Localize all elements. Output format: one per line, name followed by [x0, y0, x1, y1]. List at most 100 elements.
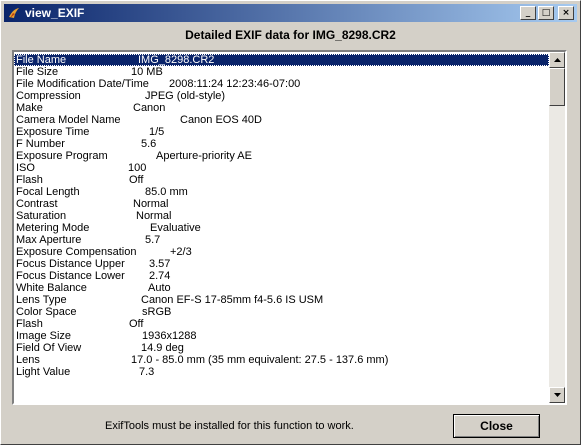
- exif-key: Camera Model Name: [16, 114, 121, 126]
- exif-value: 10 MB: [131, 66, 163, 78]
- exif-row[interactable]: Flash Off: [14, 174, 549, 186]
- close-button[interactable]: Close: [453, 414, 540, 438]
- exif-row[interactable]: Flash Off: [14, 318, 549, 330]
- arrow-down-icon: [553, 393, 561, 397]
- exif-row[interactable]: Exposure Program Aperture-priority AE: [14, 150, 549, 162]
- exif-rows: File Name IMG_8298.CR2 File Size 10 MB File …: [14, 54, 549, 378]
- exif-row[interactable]: Light Value 7.3: [14, 366, 549, 378]
- exif-row[interactable]: File Modification Date/Time 2008:11:24 12…: [14, 78, 549, 90]
- exif-row[interactable]: Contrast Normal: [14, 198, 549, 210]
- exif-key: Color Space: [16, 306, 77, 318]
- exif-row[interactable]: Make Canon: [14, 102, 549, 114]
- exif-value: 14.9 deg: [141, 342, 184, 354]
- exif-value: JPEG (old-style): [145, 90, 226, 102]
- exif-value: Aperture-priority AE: [156, 150, 252, 162]
- exif-row[interactable]: Max Aperture 5.7: [14, 234, 549, 246]
- exif-value: 100: [128, 162, 147, 174]
- exif-key: Focus Distance Upper: [16, 258, 125, 270]
- exif-value: Off: [129, 318, 144, 330]
- exif-key: Max Aperture: [16, 234, 82, 246]
- exif-value: Evaluative: [150, 222, 201, 234]
- exif-key: F Number: [16, 138, 65, 150]
- maximize-button[interactable]: □: [538, 6, 554, 20]
- scroll-thumb[interactable]: [549, 68, 565, 106]
- exif-key: File Size: [16, 66, 59, 78]
- exif-key: Lens: [16, 354, 40, 366]
- scroll-down-button[interactable]: [549, 387, 565, 403]
- exif-key: Compression: [16, 90, 81, 102]
- exif-window: view_EXIF _ □ × Detailed EXIF data for I…: [0, 0, 581, 445]
- exif-value: 2008:11:24 12:23:46-07:00: [169, 78, 301, 90]
- exif-value: sRGB: [142, 306, 172, 318]
- exif-key: Saturation: [16, 210, 67, 222]
- exif-value: Canon EOS 40D: [180, 114, 262, 126]
- exif-value: Canon EF-S 17-85mm f4-5.6 IS USM: [141, 294, 324, 306]
- exif-value: Off: [129, 174, 144, 186]
- exif-value: 1/5: [149, 126, 165, 138]
- exif-row[interactable]: Metering Mode Evaluative: [14, 222, 549, 234]
- exif-row[interactable]: File Size 10 MB: [14, 66, 549, 78]
- exif-value: 7.3: [139, 366, 155, 378]
- close-window-button[interactable]: ×: [558, 6, 574, 20]
- exif-row[interactable]: Exposure Time 1/5: [14, 126, 549, 138]
- exif-key: Contrast: [16, 198, 58, 210]
- title-bar[interactable]: view_EXIF _ □ ×: [4, 4, 577, 22]
- exif-row[interactable]: Lens Type Canon EF-S 17-85mm f4-5.6 IS US…: [14, 294, 549, 306]
- exif-key: White Balance: [16, 282, 87, 294]
- exif-key: Light Value: [16, 366, 71, 378]
- minimize-button[interactable]: _: [520, 6, 536, 20]
- exif-row[interactable]: F Number 5.6: [14, 138, 549, 150]
- exif-key: Field Of View: [16, 342, 82, 354]
- exif-key: Lens Type: [16, 294, 67, 306]
- exif-value: Canon: [133, 102, 166, 114]
- exif-value: 85.0 mm: [145, 186, 188, 198]
- exif-key: Image Size: [16, 330, 72, 342]
- exif-row[interactable]: Compression JPEG (old-style): [14, 90, 549, 102]
- exif-key: ISO: [16, 162, 35, 174]
- exif-row[interactable]: Camera Model Name Canon EOS 40D: [14, 114, 549, 126]
- exif-value: Normal: [133, 198, 169, 210]
- minimize-icon: _: [525, 7, 531, 18]
- exif-value: Auto: [148, 282, 171, 294]
- exif-row[interactable]: Lens 17.0 - 85.0 mm (35 mm equivalent: 27…: [14, 354, 549, 366]
- exif-key: Exposure Time: [16, 126, 90, 138]
- app-icon: [7, 6, 21, 20]
- exif-row[interactable]: Focus Distance Lower 2.74: [14, 270, 549, 282]
- arrow-up-icon: [553, 58, 561, 62]
- exif-row[interactable]: Field Of View 14.9 deg: [14, 342, 549, 354]
- exif-row[interactable]: ISO 100: [14, 162, 549, 174]
- exif-key: File Name: [16, 54, 67, 66]
- page-title: Detailed EXIF data for IMG_8298.CR2: [185, 28, 396, 42]
- exif-value: 5.6: [141, 138, 157, 150]
- close-icon: ×: [562, 7, 570, 18]
- exif-row[interactable]: File Name IMG_8298.CR2: [14, 54, 549, 66]
- exif-key: Metering Mode: [16, 222, 90, 234]
- scroll-up-button[interactable]: [549, 52, 565, 68]
- exif-value: 5.7: [145, 234, 161, 246]
- maximize-icon: □: [541, 7, 551, 18]
- exif-value: 2.74: [149, 270, 171, 282]
- status-message: ExifTools must be installed for this fun…: [105, 420, 354, 432]
- exif-value: 3.57: [149, 258, 171, 270]
- exif-row[interactable]: Saturation Normal: [14, 210, 549, 222]
- exif-row[interactable]: Image Size 1936x1288: [14, 330, 549, 342]
- exif-key: Flash: [16, 174, 43, 186]
- exif-listbox[interactable]: File Name IMG_8298.CR2 File Size 10 MB File …: [12, 50, 567, 405]
- exif-key: File Modification Date/Time: [16, 78, 149, 90]
- exif-value: 1936x1288: [142, 330, 197, 342]
- exif-key: Flash: [16, 318, 43, 330]
- exif-value: Normal: [136, 210, 172, 222]
- exif-value: +2/3: [170, 246, 192, 258]
- exif-key: Exposure Program: [16, 150, 108, 162]
- exif-value: IMG_8298.CR2: [138, 54, 215, 66]
- exif-row[interactable]: Exposure Compensation +2/3: [14, 246, 549, 258]
- exif-row[interactable]: White Balance Auto: [14, 282, 549, 294]
- exif-key: Make: [16, 102, 43, 114]
- exif-row[interactable]: Focal Length 85.0 mm: [14, 186, 549, 198]
- vertical-scrollbar[interactable]: [549, 52, 565, 403]
- exif-value: 17.0 - 85.0 mm (35 mm equivalent: 27.5 -…: [131, 354, 389, 366]
- exif-key: Focus Distance Lower: [16, 270, 125, 282]
- exif-row[interactable]: Focus Distance Upper 3.57: [14, 258, 549, 270]
- exif-row[interactable]: Color Space sRGB: [14, 306, 549, 318]
- exif-key: Focal Length: [16, 186, 80, 198]
